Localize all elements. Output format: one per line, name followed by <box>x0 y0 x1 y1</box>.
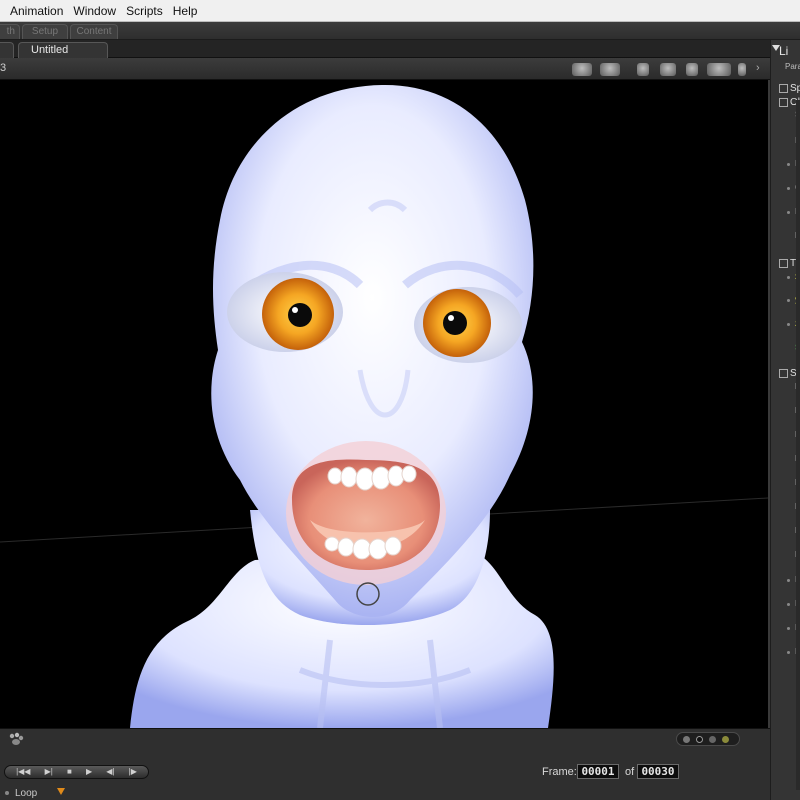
move-icon[interactable] <box>707 63 731 76</box>
room-tab-cloth[interactable]: th <box>0 24 20 39</box>
viewport-bottom-bar <box>0 728 770 748</box>
document-tab-previous[interactable] <box>0 42 14 58</box>
transport-controls: |◀◀ ▶| ■ ▶ ◀| |▶ <box>4 765 149 779</box>
dot-button[interactable] <box>709 736 716 743</box>
room-tab-content[interactable]: Content <box>70 24 118 39</box>
menu-help[interactable]: Help <box>168 0 203 22</box>
play-button[interactable]: ▶ <box>86 767 92 777</box>
menu-animation[interactable]: Animation <box>0 0 68 22</box>
panel-title: Li <box>779 44 789 58</box>
timeline-marker-icon[interactable] <box>57 788 65 795</box>
dot-button[interactable] <box>722 736 729 743</box>
display-style-dots <box>676 732 740 746</box>
parameters-panel: Li Para Sp Ob S M R G B l Tra x y z S Sh… <box>770 40 800 800</box>
render-camera-icon[interactable] <box>600 63 620 76</box>
go-to-end-button[interactable]: ▶| <box>45 767 53 777</box>
light-icon[interactable] <box>637 63 649 76</box>
document-tab-bar: Untitled <box>0 40 770 58</box>
panel-tab-parameters[interactable]: Para <box>785 62 800 71</box>
viewport-number: 3 <box>0 62 7 74</box>
viewport-scene <box>0 85 768 728</box>
step-forward-button[interactable]: |▶ <box>129 767 137 777</box>
dot-button[interactable] <box>683 736 690 743</box>
camera-icon[interactable] <box>572 63 592 76</box>
menu-window[interactable]: Window <box>68 0 121 22</box>
go-to-start-button[interactable]: |◀◀ <box>16 767 30 777</box>
menu-scripts[interactable]: Scripts <box>121 0 168 22</box>
step-back-button[interactable]: ◀| <box>106 767 114 777</box>
animation-controls: |◀◀ ▶| ■ ▶ ◀| |▶ Frame: 00001 of 00030 L… <box>0 748 770 800</box>
of-label: of <box>625 766 635 778</box>
current-frame-field[interactable]: 00001 <box>577 764 619 779</box>
section-special[interactable]: Sp <box>779 83 800 94</box>
scale-icon[interactable] <box>738 63 746 76</box>
dot-button-active[interactable] <box>696 736 703 743</box>
panel-scrollbar[interactable] <box>796 100 800 790</box>
viewport-toolbar: 3 › <box>0 58 770 80</box>
paw-icon[interactable] <box>8 732 26 746</box>
toolbar-overflow-icon[interactable]: › <box>756 62 760 74</box>
room-tab-setup[interactable]: Setup <box>22 24 68 39</box>
3d-viewport[interactable] <box>0 80 768 728</box>
document-tab-untitled[interactable]: Untitled <box>18 42 108 58</box>
total-frames-field[interactable]: 00030 <box>637 764 679 779</box>
poser-app-window: Animation Window Scripts Help th Setup C… <box>0 0 800 800</box>
sphere-icon[interactable] <box>686 63 698 76</box>
eye-icon[interactable] <box>660 63 676 76</box>
frame-label: Frame: <box>542 766 577 778</box>
room-tab-bar: th Setup Content <box>0 22 800 40</box>
menu-bar: Animation Window Scripts Help <box>0 0 800 22</box>
stop-button[interactable]: ■ <box>67 767 72 777</box>
loop-toggle[interactable]: Loop <box>5 788 37 799</box>
